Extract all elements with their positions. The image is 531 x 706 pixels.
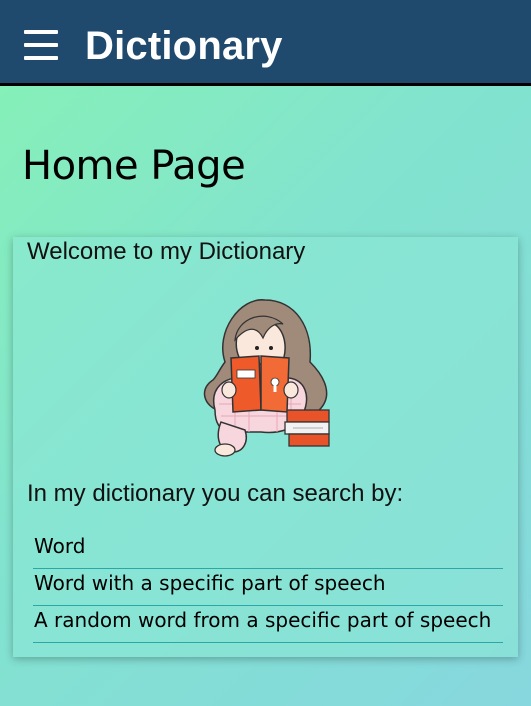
search-by-word-option[interactable]: Word <box>33 532 503 569</box>
welcome-text: Welcome to my Dictionary <box>27 238 306 265</box>
search-options-list: Word Word with a specific part of speech… <box>33 532 503 643</box>
girl-reading-book-illustration <box>203 299 330 457</box>
menu-line <box>24 43 58 47</box>
option-label: Word with a specific part of speech <box>34 571 386 595</box>
option-label: Word <box>34 534 86 558</box>
hamburger-menu-icon[interactable] <box>24 30 58 60</box>
menu-line <box>24 30 58 34</box>
option-label: A random word from a specific part of sp… <box>34 608 492 632</box>
menu-line <box>24 56 58 60</box>
random-word-by-part-of-speech-option[interactable]: A random word from a specific part of sp… <box>33 606 503 643</box>
top-app-bar: Dictionary <box>0 0 531 86</box>
page-title: Home Page <box>22 143 246 189</box>
search-by-word-and-part-of-speech-option[interactable]: Word with a specific part of speech <box>33 569 503 606</box>
search-intro-text: In my dictionary you can search by: <box>27 480 404 507</box>
welcome-card: Welcome to my Dictionary In my dictionar… <box>13 237 518 657</box>
app-title: Dictionary <box>85 24 283 68</box>
